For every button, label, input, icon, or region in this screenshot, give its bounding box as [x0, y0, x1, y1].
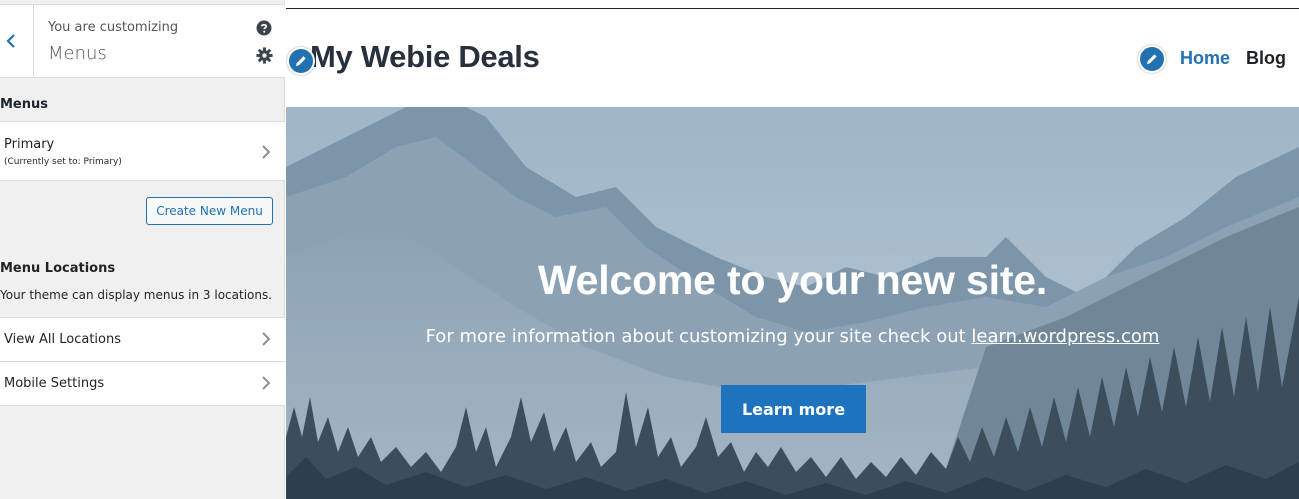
menus-section-title: Menus — [0, 97, 49, 112]
pencil-icon — [296, 56, 306, 66]
nav-link-home[interactable]: Home — [1180, 48, 1230, 69]
customizing-label: You are customizing — [48, 20, 179, 35]
view-all-locations-label: View All Locations — [4, 332, 121, 347]
edit-site-title-shortcut[interactable] — [287, 47, 315, 75]
learn-more-button[interactable]: Learn more — [721, 385, 866, 433]
create-new-menu-button[interactable]: Create New Menu — [146, 197, 273, 225]
gear-icon[interactable] — [256, 47, 273, 64]
chevron-left-icon — [6, 34, 15, 48]
menu-locations-title: Menu Locations — [0, 261, 116, 276]
nav-link-blog[interactable]: Blog — [1246, 48, 1286, 69]
back-button[interactable] — [0, 5, 34, 77]
customizer-sidebar: You are customizing Menus Menus Primary — [0, 0, 285, 499]
menu-locations-description: Your theme can display menus in 3 locati… — [0, 288, 273, 302]
mobile-settings-label: Mobile Settings — [4, 376, 105, 391]
mobile-settings-item[interactable]: Mobile Settings — [0, 361, 285, 406]
panel-title: Menus — [48, 43, 107, 64]
menu-item-primary[interactable]: Primary (Currently set to: Primary) — [0, 121, 285, 181]
question-circle-icon[interactable] — [256, 20, 272, 36]
chevron-right-icon — [262, 332, 271, 346]
edit-menu-shortcut[interactable] — [1138, 45, 1166, 73]
hero-heading: Welcome to your new site. — [537, 257, 1048, 303]
learn-wordpress-link[interactable]: learn.wordpress.com — [971, 326, 1159, 347]
site-title[interactable]: My Webie Deals — [310, 39, 540, 75]
view-all-locations-item[interactable]: View All Locations — [0, 317, 285, 362]
chevron-right-icon — [262, 376, 271, 390]
hero-cover: Welcome to your new site. For more infor… — [286, 107, 1299, 499]
pencil-icon — [1147, 54, 1157, 64]
site-preview: My Webie Deals Home Blog Welcome to your… — [286, 0, 1299, 499]
site-header: My Webie Deals Home Blog — [286, 9, 1299, 107]
customizer-header: You are customizing Menus — [0, 4, 285, 78]
chevron-right-icon — [262, 145, 271, 159]
hero-description-text: For more information about customizing y… — [425, 326, 972, 347]
hero-description: For more information about customizing y… — [286, 326, 1299, 347]
menu-item-label: Primary — [4, 137, 55, 152]
menu-item-sublabel: (Currently set to: Primary) — [4, 157, 122, 167]
